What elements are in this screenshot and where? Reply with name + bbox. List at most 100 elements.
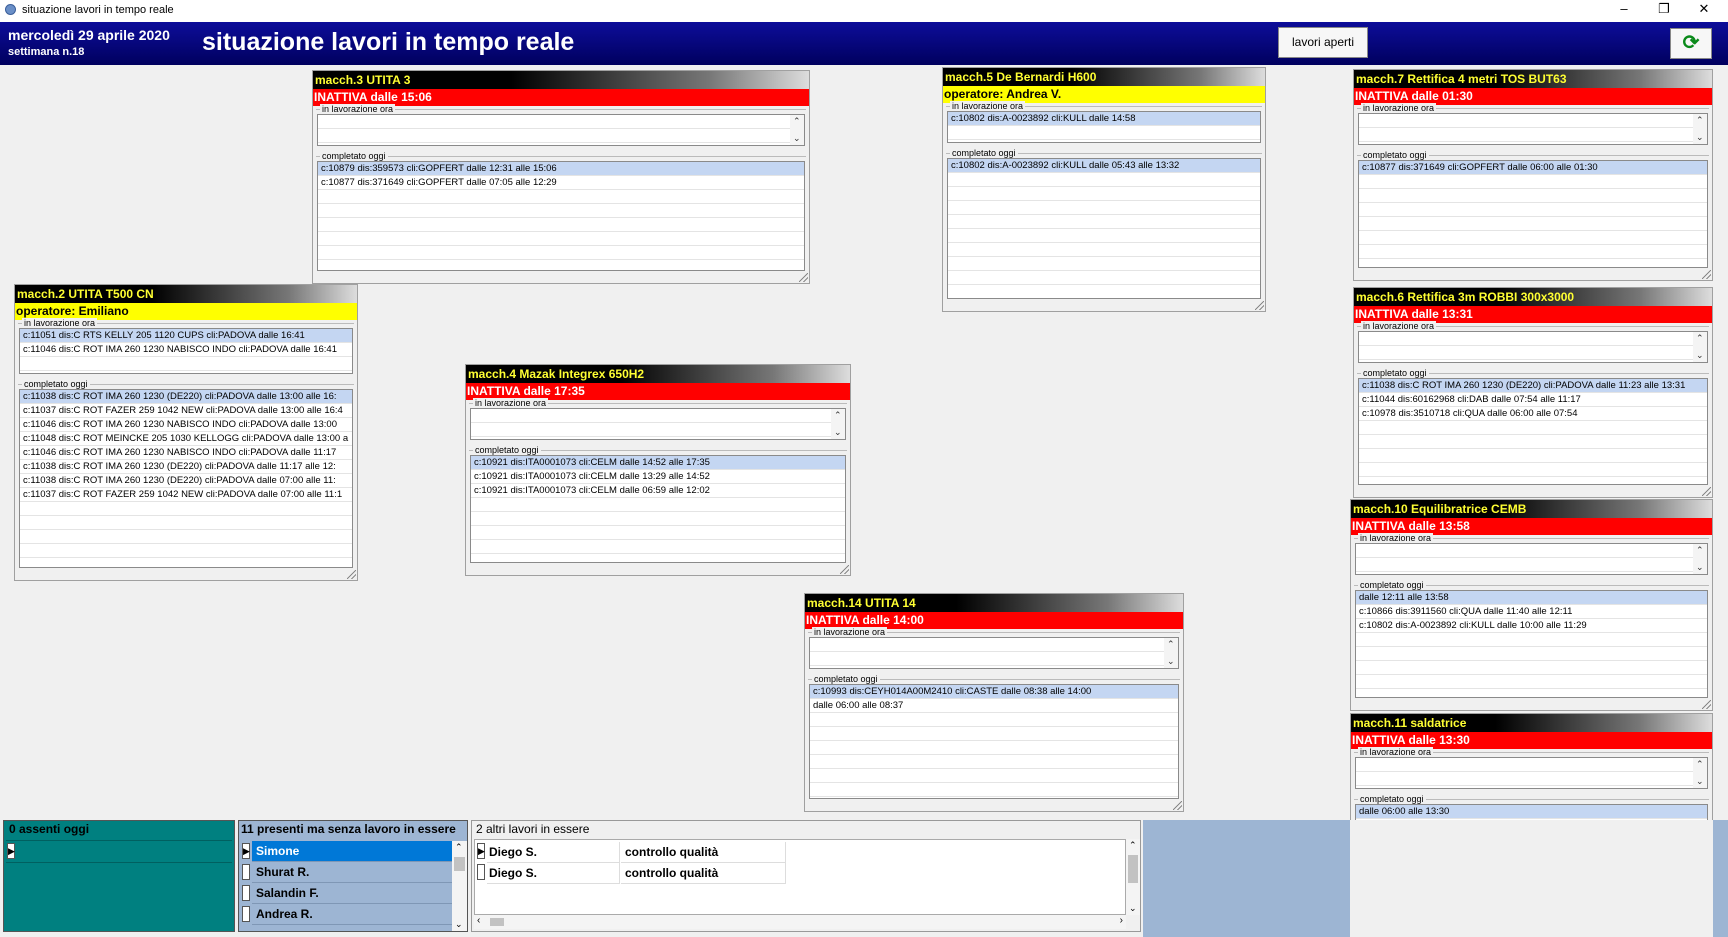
scroll-down-icon[interactable]: ⌄ <box>1129 903 1137 914</box>
list-item[interactable] <box>810 769 1178 783</box>
vertical-scrollbar[interactable]: ⌃ ⌄ <box>1693 758 1707 788</box>
minimize-icon[interactable]: – <box>1604 0 1644 20</box>
list-item[interactable]: c:10921 dis:ITA0001073 cli:CELM dalle 06… <box>471 484 845 498</box>
list-item[interactable] <box>20 502 352 516</box>
list-item[interactable]: c:10802 dis:A-0023892 cli:KULL dalle 10:… <box>1356 619 1707 633</box>
list-item[interactable] <box>1359 231 1707 245</box>
job-listbox[interactable]: ⌃ ⌄ <box>809 637 1179 669</box>
row-selector[interactable] <box>242 885 250 901</box>
list-item[interactable] <box>1359 189 1707 203</box>
scroll-down-icon[interactable]: ⌄ <box>1696 132 1704 143</box>
scroll-up-icon[interactable]: ⌃ <box>834 410 842 421</box>
list-item[interactable]: c:10877 dis:371649 cli:GOPFERT dalle 06:… <box>1359 161 1707 175</box>
job-listbox[interactable]: c:11051 dis:C RTS KELLY 205 1120 CUPS cl… <box>19 328 353 374</box>
list-item[interactable]: c:11044 dis:60162968 cli:DAB dalle 07:54… <box>1359 393 1707 407</box>
list-item[interactable] <box>1356 675 1707 689</box>
restore-icon[interactable]: ❐ <box>1644 0 1684 20</box>
job-listbox[interactable]: ⌃ ⌄ <box>317 114 805 146</box>
list-item[interactable] <box>20 544 352 558</box>
list-item[interactable]: c:10879 dis:359573 cli:GOPFERT dalle 12:… <box>318 162 804 176</box>
list-item[interactable]: c:10993 dis:CEYH014A00M2410 cli:CASTE da… <box>810 685 1178 699</box>
present-person[interactable]: Simone <box>252 841 452 862</box>
list-item[interactable] <box>1359 346 1693 360</box>
list-item[interactable]: dalle 06:00 alle 13:30 <box>1356 805 1707 819</box>
list-item[interactable] <box>1359 463 1707 477</box>
list-item[interactable]: c:11038 dis:C ROT IMA 260 1230 (DE220) c… <box>20 460 352 474</box>
list-item[interactable]: c:10802 dis:A-0023892 cli:KULL dalle 14:… <box>948 112 1260 126</box>
list-item[interactable] <box>1356 661 1707 675</box>
list-item[interactable] <box>948 173 1260 187</box>
row-selector[interactable] <box>242 906 250 922</box>
list-item[interactable]: c:10877 dis:371649 cli:GOPFERT dalle 07:… <box>318 176 804 190</box>
resize-grip-icon[interactable] <box>1173 801 1182 810</box>
other-jobs-hscroll[interactable]: ‹ › <box>474 915 1126 929</box>
list-item[interactable]: c:10921 dis:ITA0001073 cli:CELM dalle 14… <box>471 456 845 470</box>
scroll-down-icon[interactable]: ⌄ <box>793 133 801 144</box>
list-item[interactable] <box>1359 217 1707 231</box>
list-item[interactable]: c:11037 dis:C ROT FAZER 259 1042 NEW cli… <box>20 404 352 418</box>
resize-grip-icon[interactable] <box>1255 301 1264 310</box>
other-job-task[interactable]: controllo qualità <box>621 863 786 884</box>
scroll-down-icon[interactable]: ⌄ <box>1167 656 1175 667</box>
list-item[interactable] <box>1356 544 1693 558</box>
list-item[interactable] <box>318 115 790 129</box>
list-item[interactable] <box>1359 449 1707 463</box>
list-item[interactable]: c:11038 dis:C ROT IMA 260 1230 (DE220) c… <box>1359 379 1707 393</box>
resize-grip-icon[interactable] <box>1702 487 1711 496</box>
job-listbox[interactable]: c:10802 dis:A-0023892 cli:KULL dalle 14:… <box>947 111 1261 143</box>
list-item[interactable] <box>1359 245 1707 259</box>
vertical-scrollbar[interactable]: ⌃ ⌄ <box>1164 638 1178 668</box>
scroll-down-icon[interactable]: ⌄ <box>1696 776 1704 787</box>
list-item[interactable] <box>20 530 352 544</box>
scroll-down-icon[interactable]: ⌄ <box>455 919 463 930</box>
list-item[interactable] <box>1359 421 1707 435</box>
other-job-task[interactable]: controllo qualità <box>621 842 786 863</box>
job-listbox[interactable]: ⌃ ⌄ <box>1358 331 1708 363</box>
list-item[interactable] <box>810 638 1164 652</box>
scroll-up-icon[interactable]: ⌃ <box>1696 333 1704 344</box>
present-scrollbar[interactable]: ⌃ ⌄ <box>452 841 467 931</box>
list-item[interactable] <box>471 423 831 437</box>
list-item[interactable]: dalle 06:00 alle 08:37 <box>810 699 1178 713</box>
list-item[interactable]: c:11051 dis:C RTS KELLY 205 1120 CUPS cl… <box>20 329 352 343</box>
list-item[interactable] <box>948 285 1260 298</box>
close-icon[interactable]: ✕ <box>1684 0 1724 20</box>
list-item[interactable] <box>948 201 1260 215</box>
list-item[interactable] <box>20 516 352 530</box>
list-item[interactable] <box>1356 758 1693 772</box>
list-item[interactable] <box>1359 175 1707 189</box>
row-selector[interactable] <box>242 864 250 880</box>
list-item[interactable] <box>1359 203 1707 217</box>
list-item[interactable] <box>948 126 1260 140</box>
list-item[interactable] <box>948 243 1260 257</box>
list-item[interactable] <box>1359 435 1707 449</box>
list-item[interactable]: c:11038 dis:C ROT IMA 260 1230 (DE220) c… <box>20 474 352 488</box>
list-item[interactable] <box>948 229 1260 243</box>
job-listbox[interactable]: ⌃ ⌄ <box>1355 543 1708 575</box>
row-selector[interactable]: ▶ <box>477 843 485 859</box>
list-item[interactable]: c:11037 dis:C ROT FAZER 259 1042 NEW cli… <box>20 488 352 502</box>
list-item[interactable] <box>1356 647 1707 661</box>
list-item[interactable] <box>471 498 845 512</box>
list-item[interactable] <box>318 190 804 204</box>
list-item[interactable] <box>810 755 1178 769</box>
list-item[interactable] <box>471 540 845 554</box>
job-listbox[interactable]: c:10993 dis:CEYH014A00M2410 cli:CASTE da… <box>809 684 1179 799</box>
scroll-left-icon[interactable]: ‹ <box>477 915 480 926</box>
resize-grip-icon[interactable] <box>1702 270 1711 279</box>
job-listbox[interactable]: c:10877 dis:371649 cli:GOPFERT dalle 06:… <box>1358 160 1708 268</box>
list-item[interactable] <box>318 129 790 143</box>
scroll-down-icon[interactable]: ⌄ <box>834 427 842 438</box>
job-listbox[interactable]: ⌃ ⌄ <box>470 408 846 440</box>
scroll-up-icon[interactable]: ⌃ <box>1167 639 1175 650</box>
present-person[interactable]: Salandin F. <box>252 883 452 904</box>
scroll-up-icon[interactable]: ⌃ <box>1696 115 1704 126</box>
list-item[interactable] <box>1359 332 1693 346</box>
scroll-down-icon[interactable]: ⌄ <box>1696 562 1704 573</box>
list-item[interactable]: dalle 12:11 alle 13:58 <box>1356 591 1707 605</box>
list-item[interactable] <box>810 783 1178 797</box>
job-listbox[interactable]: c:10802 dis:A-0023892 cli:KULL dalle 05:… <box>947 158 1261 299</box>
list-item[interactable] <box>1359 114 1693 128</box>
list-item[interactable] <box>471 409 831 423</box>
list-item[interactable] <box>810 652 1164 666</box>
